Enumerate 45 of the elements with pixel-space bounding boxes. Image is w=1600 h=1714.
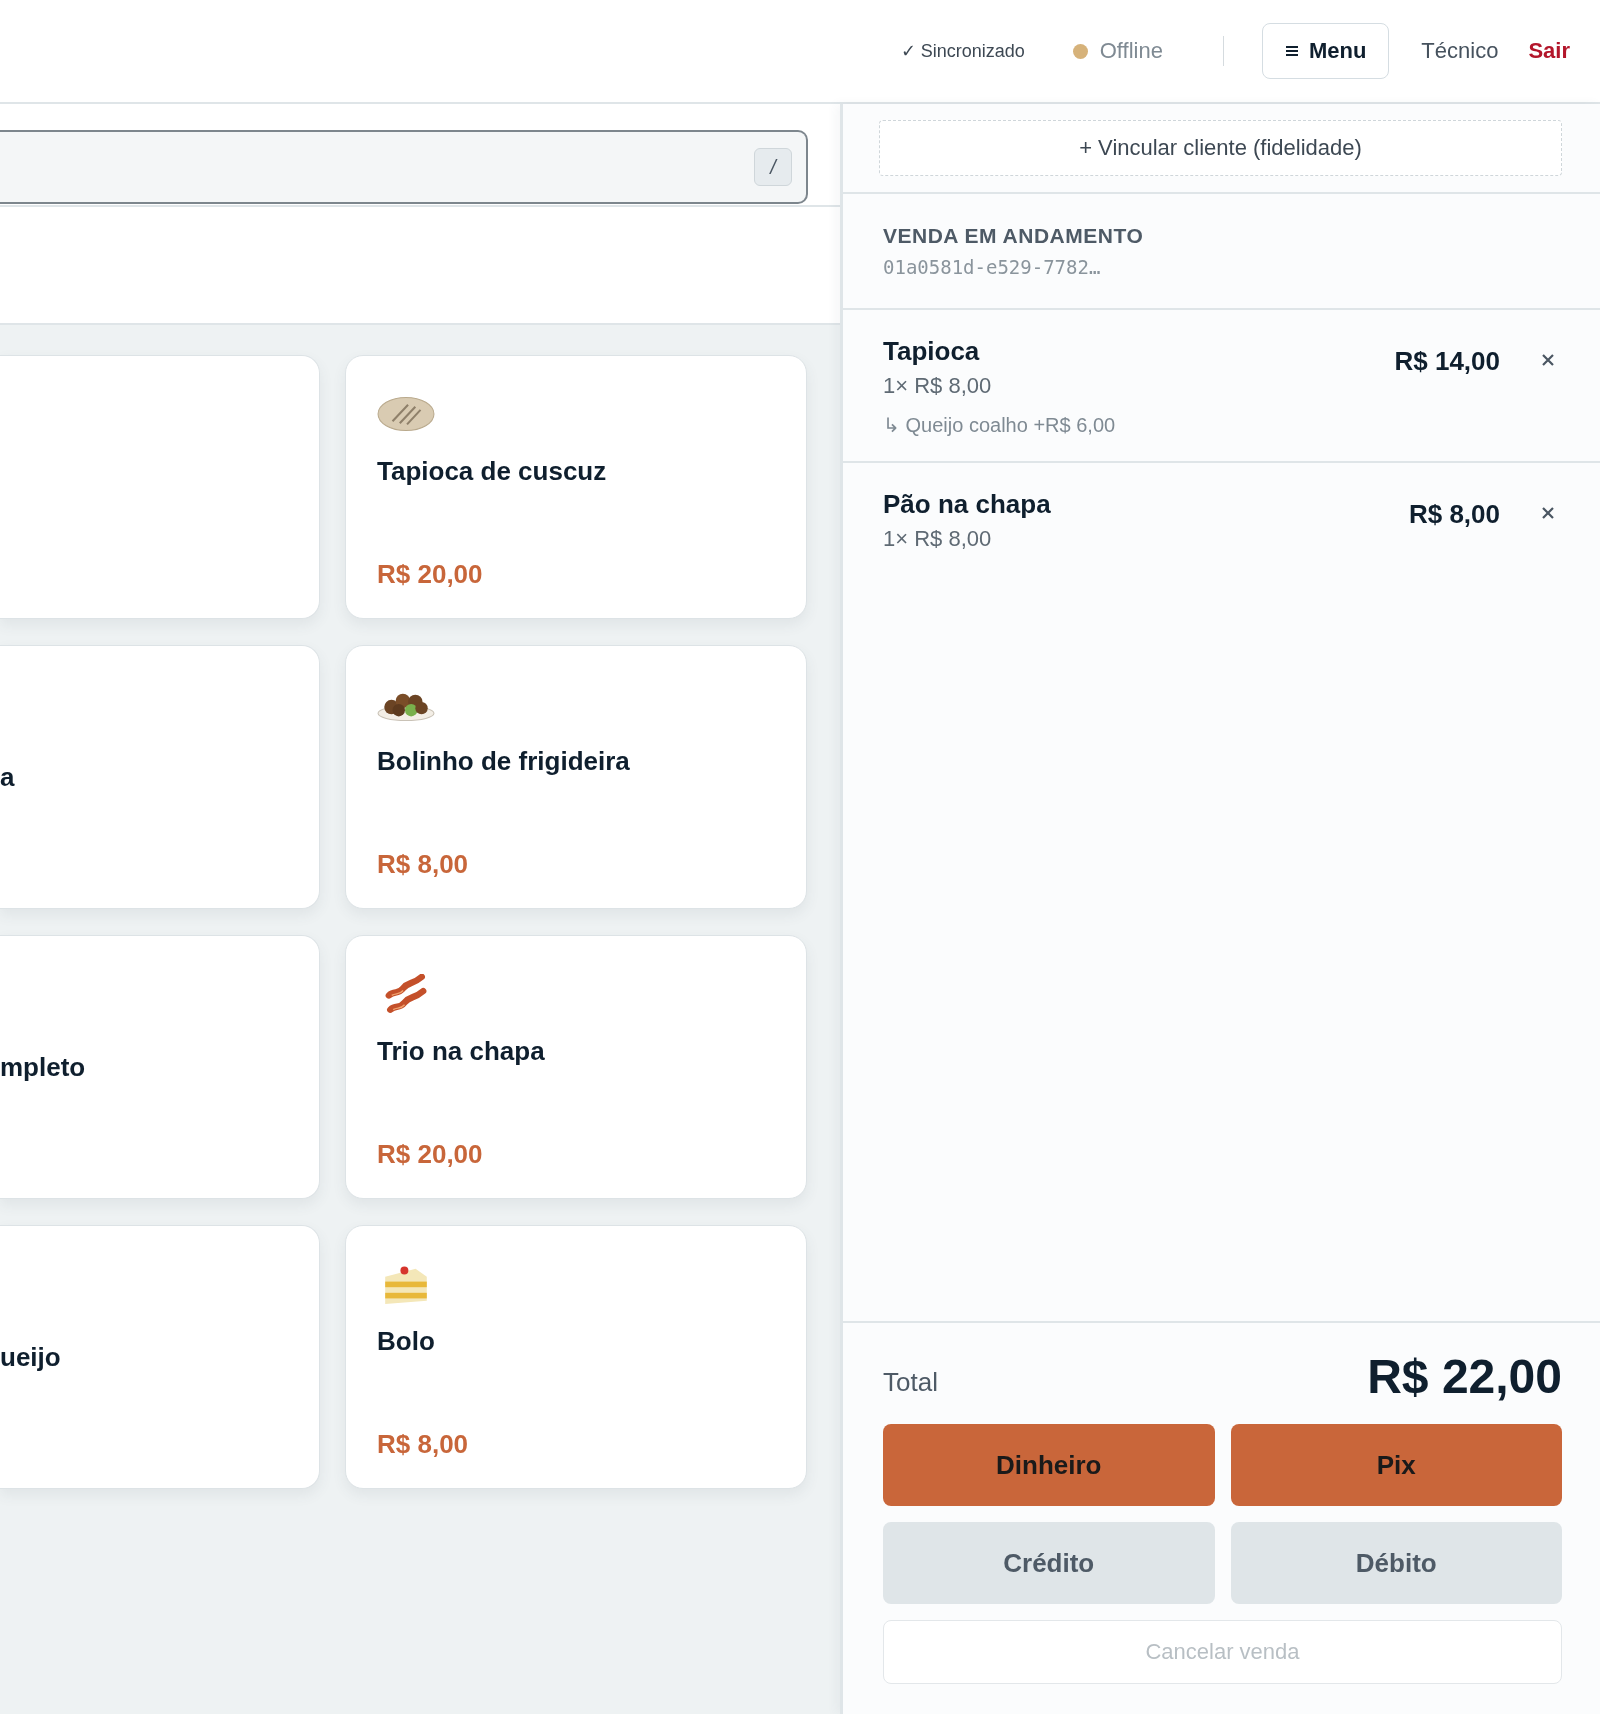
product-name: mpleto xyxy=(0,1051,87,1083)
product-card[interactable]: Bolinho de frigideira R$ 8,00 xyxy=(345,645,807,909)
item-quantity-price: 1× R$ 8,00 xyxy=(883,526,993,552)
payment-button[interactable]: Pix xyxy=(1230,1424,1562,1506)
product-card[interactable]: Bolo R$ 8,00 xyxy=(345,1225,807,1489)
sale-title: VENDA EM ANDAMENTO xyxy=(883,224,1145,248)
product-name: a xyxy=(0,761,16,793)
logout-link[interactable]: Sair xyxy=(1528,38,1570,64)
product-name: Bolo xyxy=(377,1326,436,1357)
product-card[interactable]: mpleto xyxy=(0,935,320,1199)
search-field[interactable]: / xyxy=(0,130,808,204)
item-name: Pão na chapa xyxy=(883,489,1052,520)
flatbread-icon xyxy=(377,394,435,434)
payment-button[interactable]: Dinheiro xyxy=(883,1424,1215,1506)
product-price: R$ 20,00 xyxy=(377,559,484,590)
item-addon: ↳ Queijo coalho +R$ 6,00 xyxy=(883,413,1117,437)
item-total: R$ 8,00 xyxy=(1408,499,1500,530)
product-name: Bolinho de frigideira xyxy=(377,746,631,777)
total-label: Total xyxy=(883,1367,938,1398)
item-name: Tapioca xyxy=(883,336,981,367)
product-card[interactable]: Trio na chapa R$ 20,00 xyxy=(345,935,807,1199)
connection-status: Offline xyxy=(1099,38,1163,64)
payment-button[interactable]: Crédito xyxy=(883,1522,1215,1604)
sync-status: ✓ Sincronizado xyxy=(900,40,1025,62)
technician-link[interactable]: Técnico xyxy=(1421,38,1499,64)
product-card[interactable]: a xyxy=(0,645,320,909)
menu-button[interactable]: Menu xyxy=(1261,23,1390,79)
product-card[interactable]: Tapioca de cuscuz R$ 20,00 xyxy=(345,355,807,619)
sale-id: 01a0581d-e529-7782… xyxy=(883,256,1102,278)
product-price: R$ 8,00 xyxy=(377,849,470,880)
product-name: Trio na chapa xyxy=(377,1036,546,1067)
shortcut-key: / xyxy=(754,148,792,186)
total-value: R$ 22,00 xyxy=(1367,1349,1562,1404)
product-name: Tapioca de cuscuz xyxy=(377,456,608,487)
item-total: R$ 14,00 xyxy=(1394,346,1500,377)
link-customer-button[interactable]: + Vincular cliente (fidelidade) xyxy=(879,120,1562,176)
menu-icon xyxy=(1284,45,1299,57)
payment-button[interactable]: Débito xyxy=(1230,1522,1562,1604)
product-price: R$ 8,00 xyxy=(377,1429,470,1460)
product-card[interactable]: ueijo xyxy=(0,1225,320,1489)
close-icon xyxy=(1542,507,1554,519)
close-icon xyxy=(1542,354,1554,366)
item-quantity-price: 1× R$ 8,00 xyxy=(883,373,993,399)
product-price: R$ 20,00 xyxy=(377,1139,484,1170)
product-name: ueijo xyxy=(0,1341,62,1373)
